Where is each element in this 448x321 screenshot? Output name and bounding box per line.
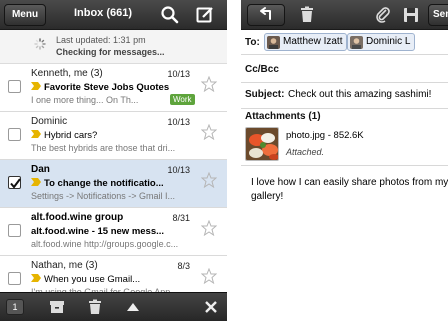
attachment-name: photo.jpg - 852.6K — [286, 130, 364, 141]
subject-field[interactable]: Subject: Check out this amazing sashimi! — [241, 83, 448, 109]
checking-messages-text: Checking for messages... — [56, 47, 165, 57]
back-button[interactable] — [247, 4, 285, 26]
message-subject-text: Hybrid cars? — [44, 130, 98, 141]
message-date: 8/31 — [172, 213, 190, 223]
trash-icon[interactable] — [86, 298, 104, 316]
message-date: 8/3 — [177, 261, 190, 271]
work-label: Work — [170, 94, 195, 105]
avatar-icon — [350, 36, 363, 49]
message-subject: Favorite Steve Jobs Quotes — [31, 82, 191, 93]
recipient-name: Matthew Izatt — [283, 36, 343, 47]
to-label: To: — [245, 37, 260, 48]
important-icon — [31, 274, 41, 283]
attachment-item[interactable]: photo.jpg - 852.6K Attached. — [241, 124, 448, 166]
important-icon — [31, 82, 41, 91]
message-from: Dominic — [31, 116, 68, 127]
checkbox-icon[interactable] — [8, 176, 21, 189]
star-icon[interactable] — [201, 220, 217, 236]
checkbox-icon[interactable] — [8, 272, 21, 285]
paperclip-icon[interactable] — [373, 5, 393, 25]
subject-input[interactable]: Check out this amazing sashimi! — [288, 89, 431, 100]
back-icon — [260, 7, 271, 20]
message-row[interactable]: Dan 10/13 To change the notificatio... S… — [0, 160, 227, 208]
attachment-status: Attached. — [286, 147, 325, 157]
message-date: 10/13 — [167, 69, 190, 79]
message-snippet: Settings -> Notifications -> Gmail I... — [31, 191, 176, 201]
search-icon[interactable] — [160, 5, 180, 25]
star-icon[interactable] — [201, 172, 217, 188]
cc-bcc-label: Cc/Bcc — [245, 64, 279, 75]
checkbox-icon[interactable] — [8, 80, 21, 93]
message-body-line: gallery! — [251, 191, 284, 202]
message-subject-text: Favorite Steve Jobs Quotes — [44, 82, 170, 93]
spinner-icon — [34, 38, 46, 50]
compose-icon[interactable] — [195, 5, 215, 25]
sync-status: Last updated: 1:31 pm Checking for messa… — [0, 30, 227, 64]
message-subject-text: To change the notificatio... — [44, 178, 164, 189]
last-updated-text: Last updated: 1:31 pm — [56, 35, 146, 45]
inbox-action-bar: 1 — [0, 292, 227, 321]
inbox-toolbar: Menu Inbox (661) — [0, 0, 227, 30]
star-icon[interactable] — [201, 268, 217, 284]
recipient-chip[interactable]: Dominic L — [347, 33, 416, 51]
photo-thumbnail — [245, 127, 279, 161]
important-icon — [31, 130, 41, 139]
message-row[interactable]: Dominic 10/13 Hybrid cars? The best hybr… — [0, 112, 227, 160]
message-date: 10/13 — [167, 165, 190, 175]
message-subject: Hybrid cars? — [31, 130, 191, 141]
message-row[interactable]: Kenneth, me (3) 10/13 Favorite Steve Job… — [0, 64, 227, 112]
to-field[interactable]: To: Matthew Izatt Dominic L — [241, 30, 448, 55]
trash-icon[interactable] — [297, 5, 317, 25]
save-icon[interactable] — [401, 5, 421, 25]
message-row[interactable]: alt.food.wine group 8/31 alt.food.wine -… — [0, 208, 227, 256]
message-from: Nathan, me (3) — [31, 260, 98, 271]
inbox-title: Inbox (661) — [73, 7, 133, 19]
important-icon — [31, 178, 41, 187]
message-date: 10/13 — [167, 117, 190, 127]
message-body[interactable]: I love how I can easily share photos fro… — [251, 176, 448, 204]
checkbox-icon[interactable] — [8, 128, 21, 141]
message-snippet: alt.food.wine http://groups.google.c... — [31, 239, 179, 249]
message-snippet: I one more thing... On Th... — [31, 95, 139, 105]
avatar-icon — [267, 36, 280, 49]
message-subject: alt.food.wine - 15 new mess... — [31, 226, 191, 237]
message-subject-text: alt.food.wine - 15 new mess... — [31, 226, 165, 237]
selected-count-badge: 1 — [6, 299, 24, 315]
star-icon[interactable] — [201, 76, 217, 92]
message-from: alt.food.wine group — [31, 212, 124, 223]
message-from: Dan — [31, 164, 50, 175]
message-snippet: The best hybrids are those that dri... — [31, 143, 176, 153]
star-icon[interactable] — [201, 124, 217, 140]
subject-label: Subject: — [245, 89, 285, 100]
inbox-screen: Menu Inbox (661) Last updated: 1:31 pm C… — [0, 0, 227, 321]
screen-divider — [227, 0, 241, 321]
archive-icon[interactable] — [48, 298, 66, 316]
menu-button[interactable]: Menu — [4, 4, 46, 26]
attachments-header: Attachments (1) — [241, 109, 448, 124]
message-subject: To change the notificatio... — [31, 178, 191, 189]
cc-bcc-field[interactable]: Cc/Bcc — [241, 55, 448, 83]
send-button[interactable]: Send — [428, 4, 448, 26]
message-from: Kenneth, me (3) — [31, 68, 103, 79]
checkbox-icon[interactable] — [8, 224, 21, 237]
message-subject: When you use Gmail... — [31, 274, 191, 285]
compose-screen: Send To: Matthew Izatt Dominic L Cc/Bcc … — [241, 0, 448, 321]
recipient-name: Dominic L — [366, 36, 411, 47]
close-icon[interactable] — [202, 298, 220, 316]
compose-toolbar: Send — [241, 0, 448, 30]
message-list: Kenneth, me (3) 10/13 Favorite Steve Job… — [0, 64, 227, 304]
attachments-label: Attachments (1) — [245, 111, 321, 122]
message-body-line: I love how I can easily share photos fro… — [251, 177, 448, 188]
up-arrow-icon[interactable] — [124, 298, 142, 316]
recipient-chip[interactable]: Matthew Izatt — [264, 33, 348, 51]
message-subject-text: When you use Gmail... — [44, 274, 141, 285]
